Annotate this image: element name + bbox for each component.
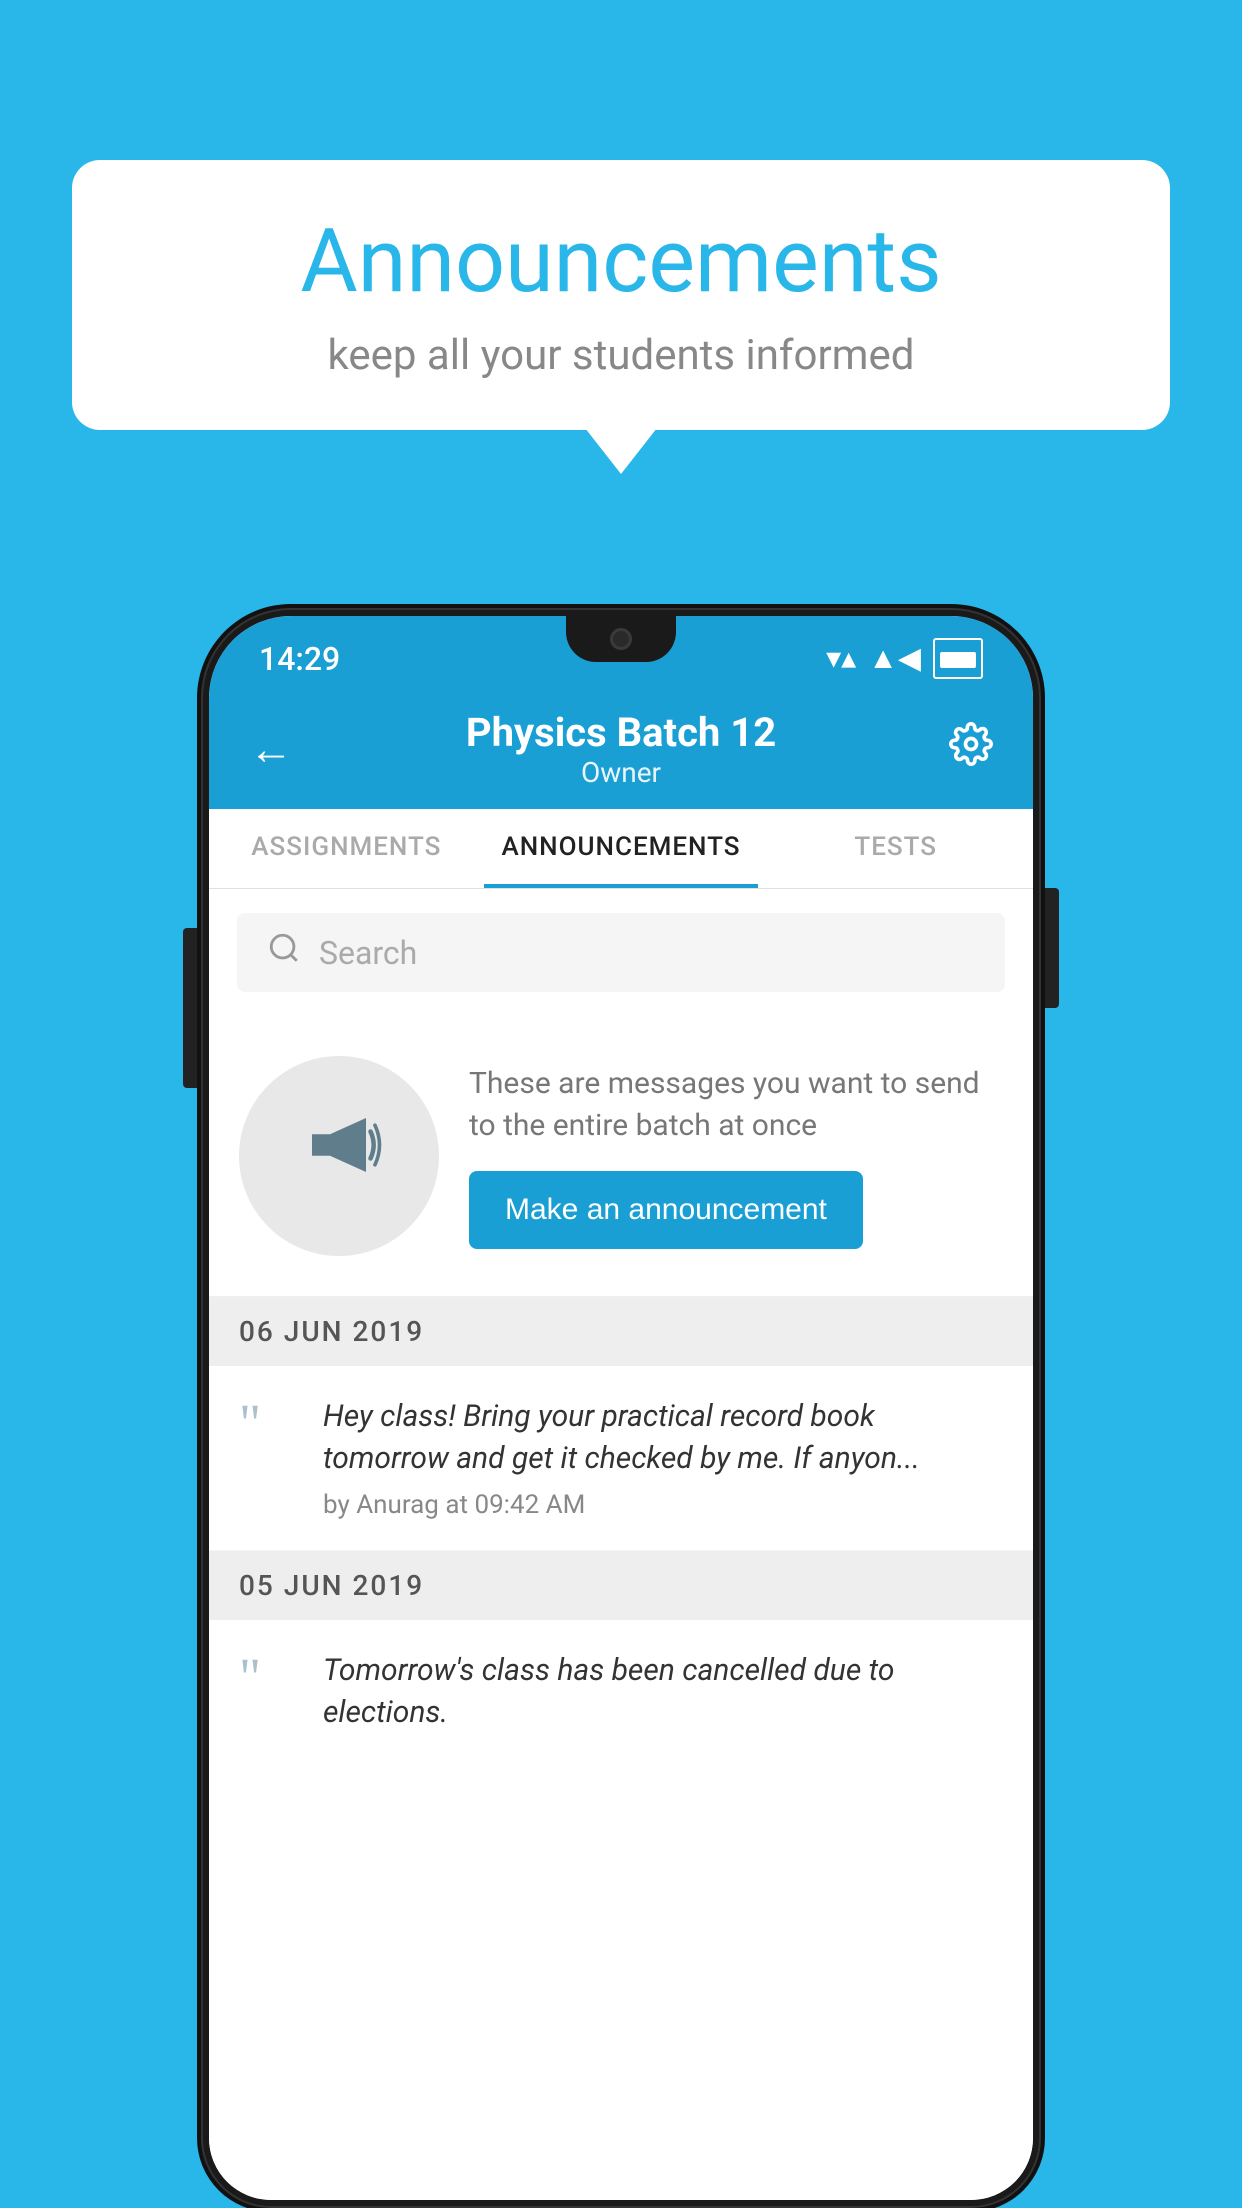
speech-bubble: Announcements keep all your students inf… [72, 160, 1170, 430]
megaphone-icon [294, 1100, 384, 1212]
tab-assignments[interactable]: ASSIGNMENTS [209, 809, 484, 888]
date-header-1: 06 JUN 2019 [209, 1297, 1033, 1366]
phone-screen: 14:29 ▾▴ ▲◀ ← Physics Batch 12 Owner [209, 616, 1033, 2200]
batch-subtitle: Owner [293, 756, 949, 789]
battery-icon [933, 638, 983, 679]
search-container: Search [209, 889, 1033, 1016]
app-bar-title-section: Physics Batch 12 Owner [293, 709, 949, 789]
search-icon [267, 931, 301, 974]
status-icons: ▾▴ ▲◀ [826, 638, 983, 679]
quote-icon-1: " [239, 1402, 299, 1445]
search-bar[interactable]: Search [237, 913, 1005, 992]
bubble-title: Announcements [132, 210, 1110, 313]
announcement-content-1: Hey class! Bring your practical record b… [323, 1396, 1003, 1520]
back-button[interactable]: ← [249, 723, 293, 775]
content-area: Search [209, 889, 1033, 2200]
speech-bubble-section: Announcements keep all your students inf… [72, 160, 1170, 430]
make-announcement-button[interactable]: Make an announcement [469, 1171, 863, 1249]
announcement-item-1: " Hey class! Bring your practical record… [209, 1366, 1033, 1551]
promo-section: These are messages you want to send to t… [209, 1016, 1033, 1297]
search-placeholder: Search [319, 934, 417, 972]
announcement-item-2: " Tomorrow's class has been cancelled du… [209, 1620, 1033, 1774]
promo-icon-circle [239, 1056, 439, 1256]
front-camera [610, 628, 632, 650]
promo-description: These are messages you want to send to t… [469, 1063, 1003, 1147]
tab-tests[interactable]: TESTS [758, 809, 1033, 888]
phone-frame: 14:29 ▾▴ ▲◀ ← Physics Batch 12 Owner [201, 608, 1041, 2208]
bubble-subtitle: keep all your students informed [132, 331, 1110, 380]
tab-announcements[interactable]: ANNOUNCEMENTS [484, 809, 759, 888]
announcement-text-2: Tomorrow's class has been cancelled due … [323, 1650, 1003, 1734]
date-header-2: 05 JUN 2019 [209, 1551, 1033, 1620]
announcement-text-1: Hey class! Bring your practical record b… [323, 1396, 1003, 1480]
phone-notch [566, 616, 676, 662]
signal-icon: ▲◀ [868, 641, 921, 676]
quote-icon-2: " [239, 1656, 299, 1699]
announcement-content-2: Tomorrow's class has been cancelled due … [323, 1650, 1003, 1744]
tabs-bar: ASSIGNMENTS ANNOUNCEMENTS TESTS [209, 809, 1033, 889]
settings-icon[interactable] [949, 722, 993, 777]
app-bar: ← Physics Batch 12 Owner [209, 689, 1033, 809]
announcement-author-1: by Anurag at 09:42 AM [323, 1490, 1003, 1520]
batch-title: Physics Batch 12 [293, 709, 949, 756]
promo-content: These are messages you want to send to t… [469, 1063, 1003, 1249]
wifi-icon: ▾▴ [826, 641, 856, 676]
status-time: 14:29 [259, 640, 340, 678]
